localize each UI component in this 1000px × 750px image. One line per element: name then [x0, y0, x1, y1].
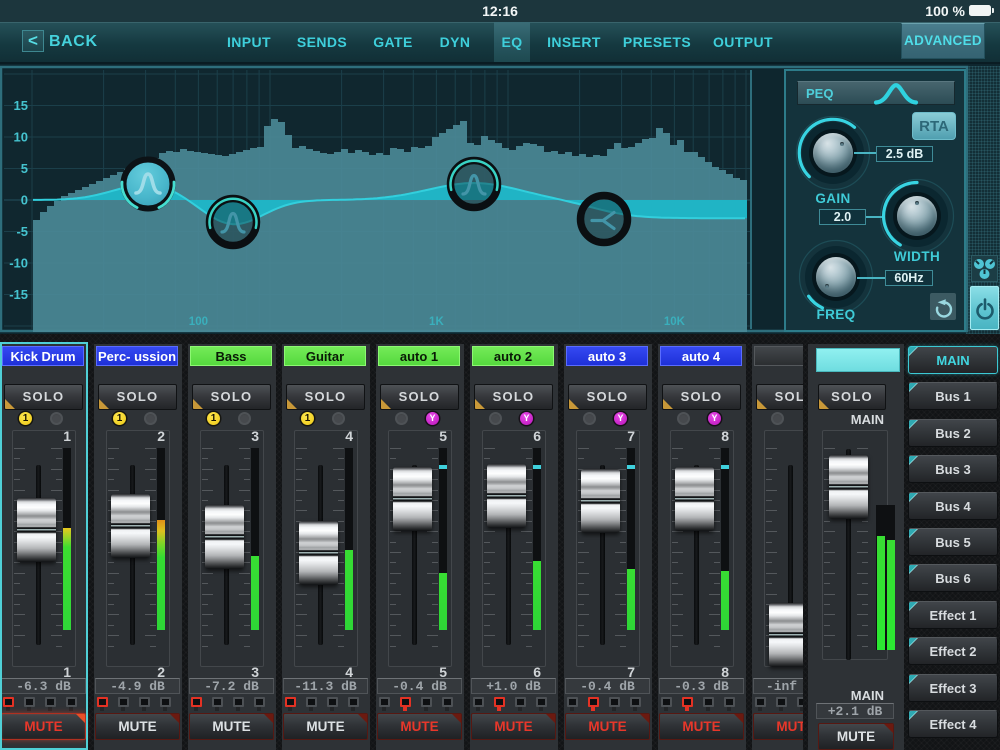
svg-text:-15: -15 — [9, 287, 28, 302]
svg-text:15: 15 — [14, 98, 28, 113]
svg-text:5: 5 — [21, 161, 28, 176]
svg-text:100: 100 — [189, 316, 208, 328]
svg-text:0: 0 — [21, 193, 28, 208]
svg-text:10K: 10K — [664, 316, 686, 328]
svg-text:1K: 1K — [429, 316, 444, 328]
svg-text:-10: -10 — [9, 256, 28, 271]
svg-text:-5: -5 — [16, 224, 28, 239]
svg-text:10: 10 — [14, 130, 28, 145]
